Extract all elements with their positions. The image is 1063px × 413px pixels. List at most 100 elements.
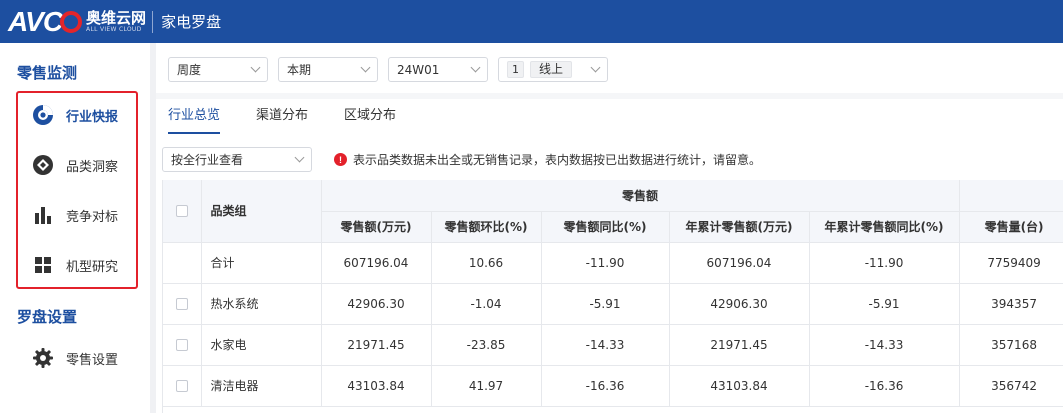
tab-industry-overview[interactable]: 行业总览 [168, 101, 221, 137]
bar-chart-icon [32, 204, 54, 226]
sidebar-section-compass-settings: 罗盘设置 [17, 308, 78, 326]
row-value-cell: -5.91 [541, 283, 670, 325]
row-value-cell: -16.36 [541, 365, 670, 407]
sidebar-item-category-insight[interactable]: 品类洞察 [32, 150, 142, 180]
table-row[interactable]: 热水系统 42906.30 -1.04 -5.91 42906.30 -5.91 39435… [163, 283, 1063, 325]
chevron-down-icon [294, 152, 305, 163]
table-row[interactable]: 水家电 21971.45 -23.85 -14.33 21971.45 -14.33 357… [163, 324, 1063, 366]
row-category-name: 清洁电器 [201, 365, 322, 407]
logo-en-name: ALL VIEW CLOUD [86, 25, 142, 33]
sidebar: 零售监测 行业快报 品类洞察 竞争对标 机型研究 罗盘设置 零售设置 [0, 43, 150, 413]
row-value-cell: 10.66 [431, 242, 542, 284]
row-category-name: 水家电 [201, 324, 322, 366]
view-tabs: 行业总览 渠道分布 区域分布 [168, 101, 396, 137]
data-notice: ! 表示品类数据未出全或无销售记录，表内数据按已出数据进行统计，请留意。 [334, 151, 761, 168]
row-value-cell: -5.91 [809, 283, 960, 325]
row-checkbox[interactable] [175, 298, 188, 310]
col-header[interactable]: 零售额环比(%) [431, 211, 542, 243]
table-row[interactable]: 合计 607196.04 10.66 -11.90 607196.04 -11.90 775… [163, 242, 1063, 284]
row-value-cell: 607196.04 [669, 242, 810, 284]
select-value: 周度 [177, 63, 202, 77]
channel-select[interactable]: 1 线上 [498, 57, 608, 82]
period-type-select[interactable]: 周度 [168, 57, 268, 82]
row-value-cell: 43103.84 [321, 365, 432, 407]
row-checkbox-cell [163, 324, 202, 366]
row-checkbox-cell [163, 242, 202, 284]
logo-cn-name: 奥维云网 [86, 8, 147, 27]
col-header[interactable]: 零售额同比(%) [541, 211, 670, 243]
view-scope-select[interactable]: 按全行业查看 [162, 147, 312, 172]
chevron-down-icon [470, 62, 481, 73]
sidebar-item-label: 品类洞察 [66, 159, 119, 175]
blank-header [959, 180, 1063, 212]
logo-cn-block: 奥维云网 ALL VIEW CLOUD [86, 10, 146, 34]
row-value-cell: -11.90 [809, 242, 960, 284]
filter-bar: 周度 本期 24W01 1 线上 [168, 57, 608, 82]
row-value-cell: -1.04 [431, 283, 542, 325]
category-group-header: 品类组 [201, 180, 322, 243]
swirl-logo-icon [32, 104, 54, 126]
week-select[interactable]: 24W01 [388, 57, 488, 82]
row-value-cell: 357168 [959, 324, 1063, 366]
select-all-cell [163, 180, 202, 243]
period-select[interactable]: 本期 [278, 57, 378, 82]
col-header[interactable]: 年累计零售额同比(%) [809, 211, 960, 243]
table-row[interactable]: 清洁电器 43103.84 41.97 -16.36 43103.84 -16.36 356… [163, 365, 1063, 407]
sidebar-item-label: 竞争对标 [66, 209, 119, 225]
select-value: 本期 [287, 63, 312, 77]
chevron-down-icon [360, 62, 371, 73]
row-value-cell: 21971.45 [321, 324, 432, 366]
row-value-cell: -23.85 [431, 324, 542, 366]
row-category-name: 热水系统 [201, 283, 322, 325]
data-table-container: 品类组 零售额 零售额(万元) 零售额环比(%) 零售额同比(%) 年累计零售额… [162, 180, 1063, 413]
chevron-down-icon [250, 62, 261, 73]
col-header[interactable]: 年累计零售额(万元) [669, 211, 810, 243]
row-value-cell: 607196.04 [321, 242, 432, 284]
select-value: 24W01 [397, 62, 440, 77]
aperture-icon [32, 154, 54, 176]
channel-tag: 线上 [530, 61, 573, 78]
row-checkbox-cell [163, 283, 202, 325]
select-value: 按全行业查看 [171, 153, 244, 167]
sidebar-section-retail-monitor: 零售监测 [17, 64, 78, 82]
row-value-cell: 43103.84 [669, 365, 810, 407]
section-divider [156, 93, 1063, 99]
notice-text: 表示品类数据未出全或无销售记录，表内数据按已出数据进行统计，请留意。 [353, 153, 762, 167]
grid-icon [32, 254, 54, 276]
table-body: 合计 607196.04 10.66 -11.90 607196.04 -11.90 775… [163, 242, 1063, 407]
logo-ring-icon [60, 10, 83, 33]
sidebar-item-industry-report[interactable]: 行业快报 [32, 100, 142, 130]
data-table: 品类组 零售额 零售额(万元) 零售额环比(%) 零售额同比(%) 年累计零售额… [163, 180, 1063, 407]
row-value-cell: 42906.30 [669, 283, 810, 325]
row-category-name: 合计 [201, 242, 322, 284]
sidebar-item-competition[interactable]: 竞争对标 [32, 200, 142, 230]
tab-channel-distribution[interactable]: 渠道分布 [256, 101, 308, 137]
row-value-cell: 21971.45 [669, 324, 810, 366]
view-options-row: 按全行业查看 ! 表示品类数据未出全或无销售记录，表内数据按已出数据进行统计，请… [162, 147, 1062, 172]
row-checkbox-cell [163, 365, 202, 407]
channel-tags: 1 线上 [507, 61, 573, 78]
retail-amount-group-header: 零售额 [321, 180, 960, 212]
sidebar-item-label: 机型研究 [66, 259, 119, 275]
main-panel: 周度 本期 24W01 1 线上 行业总览 渠道分布 区域分布 按全行业查看 ! [150, 43, 1063, 413]
top-bar: AVC 奥维云网 ALL VIEW CLOUD 家电罗盘 [0, 0, 1063, 43]
row-checkbox[interactable] [175, 339, 188, 351]
sidebar-item-label: 行业快报 [66, 109, 119, 125]
logo-divider [152, 10, 154, 33]
col-header[interactable]: 零售量(台) [959, 211, 1063, 243]
row-value-cell: -14.33 [541, 324, 670, 366]
sidebar-item-model-research[interactable]: 机型研究 [32, 250, 142, 280]
row-value-cell: 7759409 [959, 242, 1063, 284]
channel-count-badge: 1 [507, 61, 524, 78]
col-header[interactable]: 零售额(万元) [321, 211, 432, 243]
sidebar-item-retail-settings[interactable]: 零售设置 [32, 343, 142, 373]
select-all-checkbox[interactable] [175, 205, 188, 218]
sidebar-item-label: 零售设置 [66, 352, 119, 368]
row-value-cell: -11.90 [541, 242, 670, 284]
row-checkbox[interactable] [175, 380, 188, 392]
gear-icon [32, 347, 54, 369]
avc-logo[interactable]: AVC 奥维云网 ALL VIEW CLOUD [0, 0, 146, 43]
chevron-down-icon [590, 62, 601, 73]
row-value-cell: -16.36 [809, 365, 960, 407]
tab-region-distribution[interactable]: 区域分布 [344, 101, 396, 137]
